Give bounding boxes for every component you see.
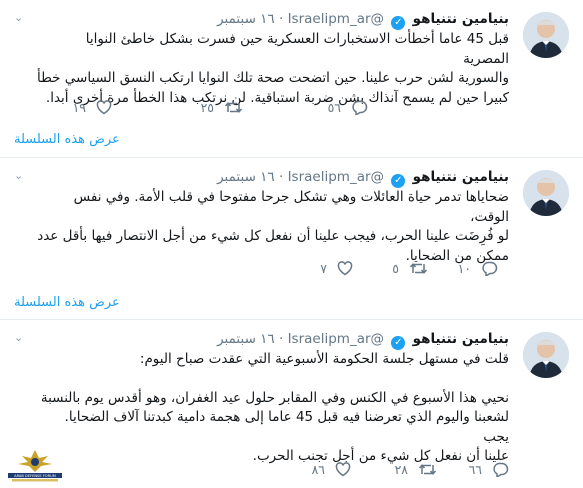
reply-button[interactable]: ٥٦ bbox=[328, 99, 368, 117]
avatar[interactable] bbox=[523, 332, 569, 378]
reply-count: ٥٦ bbox=[327, 100, 342, 115]
heart-icon bbox=[337, 261, 353, 276]
retweet-count: ٢٨ bbox=[394, 462, 409, 477]
like-button[interactable]: ١٩ bbox=[73, 99, 112, 117]
like-button[interactable]: ٨٦ bbox=[312, 461, 351, 479]
reply-count: ٦٦ bbox=[468, 462, 483, 477]
reply-icon bbox=[482, 261, 498, 278]
reply-count: ١٠ bbox=[457, 261, 472, 276]
like-button[interactable]: ٧ bbox=[320, 260, 353, 278]
separator-dot: · bbox=[278, 169, 284, 185]
tweet-line: ضحاياها تدمر حياة العائلات وهي تشكل جرحا… bbox=[73, 189, 509, 225]
retweet-icon bbox=[418, 464, 437, 475]
tweet-line: لشعبنا واليوم الذي تعرضنا فيه قبل 45 عام… bbox=[64, 409, 509, 445]
retweet-count: ٢٥ bbox=[200, 100, 215, 115]
tweet-actions: ١٠ ٥ ٧ bbox=[0, 260, 583, 278]
tweet-3[interactable]: ⌄ بنيامين نتنياهو ✓ @Israelipm_ar · ١٦ س… bbox=[0, 320, 583, 486]
author-handle[interactable]: @Israelipm_ar bbox=[288, 331, 384, 347]
tweet-header: بنيامين نتنياهو ✓ @Israelipm_ar · ١٦ سبت… bbox=[217, 330, 509, 350]
heart-icon bbox=[335, 462, 351, 477]
retweet-icon bbox=[409, 263, 428, 274]
verified-badge-icon: ✓ bbox=[391, 336, 406, 350]
tweet-line: قبل 45 عاما أخطأت الاستخبارات العسكرية ح… bbox=[85, 31, 509, 67]
svg-text:ARAB DEFENSE FORUM: ARAB DEFENSE FORUM bbox=[14, 474, 56, 478]
retweet-count: ٥ bbox=[392, 261, 400, 276]
tweet-actions: ٦٦ ٢٨ ٨٦ bbox=[0, 461, 583, 479]
tweet-intro: قلت في مستهل جلسة الحكومة الأسبوعية التي… bbox=[139, 351, 509, 367]
tweet-line: والسورية لشن حرب علينا. حين اتضحت صحة تل… bbox=[36, 70, 509, 86]
show-thread-link[interactable]: عرض هذه السلسلة bbox=[14, 132, 120, 148]
tweet-text: قبل 45 عاما أخطأت الاستخبارات العسكرية ح… bbox=[36, 30, 509, 108]
tweet-1[interactable]: ⌄ بنيامين نتنياهو ✓ @Israelipm_ar · ١٦ س… bbox=[0, 0, 583, 158]
author-handle[interactable]: @Israelipm_ar bbox=[288, 11, 384, 27]
like-count: ١٩ bbox=[72, 100, 87, 115]
retweet-button[interactable]: ٢٥ bbox=[201, 99, 243, 117]
tweet-actions: ٥٦ ٢٥ ١٩ bbox=[0, 99, 583, 117]
tweet-timestamp[interactable]: ١٦ سبتمبر bbox=[217, 11, 275, 27]
tweet-timestamp[interactable]: ١٦ سبتمبر bbox=[217, 169, 275, 185]
more-options-icon[interactable]: ⌄ bbox=[14, 170, 28, 181]
author-name[interactable]: بنيامين نتنياهو bbox=[413, 331, 509, 347]
author-handle[interactable]: @Israelipm_ar bbox=[288, 169, 384, 185]
tweet-text: ضحاياها تدمر حياة العائلات وهي تشكل جرحا… bbox=[36, 188, 509, 266]
avatar[interactable] bbox=[523, 170, 569, 216]
tweet-timestamp[interactable]: ١٦ سبتمبر bbox=[217, 331, 275, 347]
heart-icon bbox=[96, 100, 112, 115]
verified-badge-icon: ✓ bbox=[391, 16, 406, 30]
tweet-header: بنيامين نتنياهو ✓ @Israelipm_ar · ١٦ سبت… bbox=[217, 10, 509, 30]
more-options-icon[interactable]: ⌄ bbox=[14, 12, 28, 23]
like-count: ٨٦ bbox=[311, 462, 326, 477]
reply-icon bbox=[493, 462, 509, 479]
watermark-logo: ARAB DEFENSE FORUM bbox=[4, 446, 66, 484]
retweet-icon bbox=[224, 102, 243, 113]
tweet-line: لو فُرِضَت علينا الحرب، فيجب علينا أن نف… bbox=[37, 228, 509, 244]
tweet-line: نحيي هذا الأسبوع في الكنس وفي المقابر حل… bbox=[40, 389, 509, 406]
more-options-icon[interactable]: ⌄ bbox=[14, 332, 28, 343]
verified-badge-icon: ✓ bbox=[391, 174, 406, 188]
reply-button[interactable]: ٦٦ bbox=[469, 461, 509, 479]
author-name[interactable]: بنيامين نتنياهو bbox=[413, 11, 509, 27]
reply-icon bbox=[352, 100, 368, 117]
author-name[interactable]: بنيامين نتنياهو bbox=[413, 169, 509, 185]
retweet-button[interactable]: ٥ bbox=[392, 260, 428, 278]
tweet-header: بنيامين نتنياهو ✓ @Israelipm_ar · ١٦ سبت… bbox=[217, 168, 509, 188]
separator-dot: · bbox=[278, 331, 284, 347]
tweet-2[interactable]: ⌄ بنيامين نتنياهو ✓ @Israelipm_ar · ١٦ س… bbox=[0, 158, 583, 320]
tweet-text: قلت في مستهل جلسة الحكومة الأسبوعية التي… bbox=[36, 350, 509, 467]
avatar[interactable] bbox=[523, 12, 569, 58]
retweet-button[interactable]: ٢٨ bbox=[395, 461, 437, 479]
like-count: ٧ bbox=[320, 261, 328, 276]
show-thread-link[interactable]: عرض هذه السلسلة bbox=[14, 295, 120, 311]
reply-button[interactable]: ١٠ bbox=[458, 260, 498, 278]
separator-dot: · bbox=[278, 11, 284, 27]
